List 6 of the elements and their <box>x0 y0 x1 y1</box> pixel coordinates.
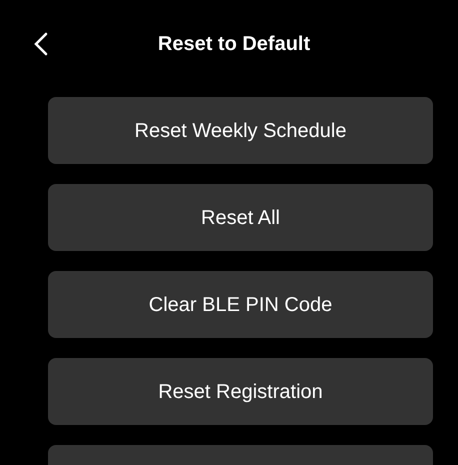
reset-option-button[interactable]: Clear BLE PIN Code <box>48 271 433 338</box>
reset-option-button[interactable]: Reset Registration <box>48 358 433 425</box>
reset-option-button[interactable]: Reset All <box>48 184 433 251</box>
back-icon[interactable] <box>34 32 48 56</box>
reset-option-button[interactable]: Reset Weekly Schedule <box>48 97 433 164</box>
screen-title: Reset to Default <box>158 32 310 57</box>
